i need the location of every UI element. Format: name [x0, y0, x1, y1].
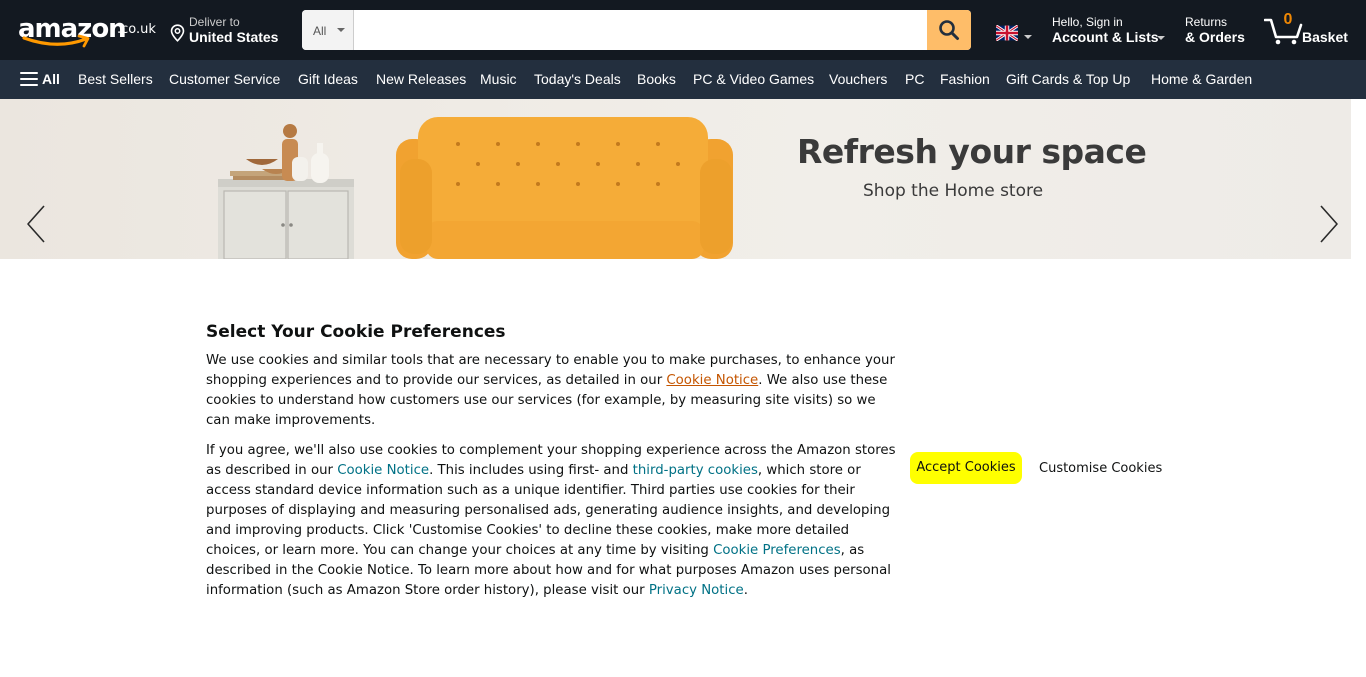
cookie-notice-link[interactable]: Cookie Notice	[337, 463, 429, 478]
cookie-paragraph-2: If you agree, we'll also use cookies to …	[206, 441, 896, 601]
cookie-notice-link[interactable]: Cookie Notice	[666, 373, 758, 388]
returns-label: Returns	[1185, 15, 1228, 29]
nav-link-pc-video-games[interactable]: PC & Video Games	[693, 71, 814, 87]
location-pin-icon	[170, 24, 185, 42]
deliver-to-location[interactable]: Deliver to United States	[170, 14, 285, 46]
nav-link-best-sellers[interactable]: Best Sellers	[78, 71, 153, 87]
chevron-right-icon	[1320, 205, 1338, 243]
accept-cookies-button[interactable]: Accept Cookies	[910, 452, 1022, 484]
smile-arrow-icon	[22, 34, 90, 48]
deliver-country: United States	[189, 29, 279, 45]
basket-label: Basket	[1302, 29, 1348, 45]
all-menu-label: All	[42, 71, 60, 87]
account-lists-label: Account & Lists	[1052, 29, 1159, 45]
nav-link-todays-deals[interactable]: Today's Deals	[534, 71, 621, 87]
orders-label: & Orders	[1185, 29, 1245, 45]
search-input[interactable]	[354, 10, 927, 50]
cookie-preferences-panel: Select Your Cookie Preferences We use co…	[206, 322, 896, 611]
caret-down-icon	[1157, 36, 1165, 40]
cookie-text: . This includes using first- and	[429, 463, 633, 478]
cookie-text: .	[743, 583, 748, 598]
basket-button[interactable]: 0 Basket	[1264, 10, 1354, 50]
basket-count: 0	[1283, 11, 1293, 28]
logo-domain: .co.uk	[117, 22, 156, 37]
third-party-cookies-link[interactable]: third-party cookies	[633, 463, 758, 478]
amazon-logo[interactable]: amazon .co.uk	[16, 12, 156, 50]
search-bar: All	[302, 10, 971, 50]
cookie-paragraph-1: We use cookies and similar tools that ar…	[206, 351, 896, 431]
hero-illustration	[218, 117, 733, 259]
search-button[interactable]	[927, 10, 971, 50]
nav-link-vouchers[interactable]: Vouchers	[829, 71, 887, 87]
carousel-next-button[interactable]	[1313, 200, 1343, 248]
nav-link-gift-ideas[interactable]: Gift Ideas	[298, 71, 358, 87]
caret-down-icon	[1024, 35, 1032, 39]
nav-link-new-releases[interactable]: New Releases	[376, 71, 466, 87]
nav-link-music[interactable]: Music	[480, 71, 517, 87]
nav-link-home-garden[interactable]: Home & Garden	[1151, 71, 1252, 87]
account-greeting: Hello, Sign in	[1052, 15, 1123, 29]
returns-and-orders[interactable]: Returns & Orders	[1185, 14, 1255, 48]
account-and-lists[interactable]: Hello, Sign in Account & Lists	[1052, 14, 1172, 48]
customise-cookies-button[interactable]: Customise Cookies	[1039, 461, 1162, 476]
caret-down-icon	[337, 28, 345, 32]
uk-flag-icon	[995, 24, 1019, 42]
nav-link-pc[interactable]: PC	[905, 71, 924, 87]
cookie-title: Select Your Cookie Preferences	[206, 322, 506, 342]
hero-headline: Refresh your space	[797, 132, 1147, 171]
hero-subline: Shop the Home store	[863, 181, 1044, 201]
carousel-prev-button[interactable]	[22, 200, 52, 248]
nav-link-books[interactable]: Books	[637, 71, 676, 87]
nav-link-fashion[interactable]: Fashion	[940, 71, 990, 87]
search-icon	[939, 20, 959, 40]
chevron-left-icon	[27, 205, 45, 243]
nav-link-gift-cards[interactable]: Gift Cards & Top Up	[1006, 71, 1130, 87]
language-selector[interactable]	[995, 24, 1034, 43]
page-edge	[1351, 99, 1366, 259]
cookie-preferences-link[interactable]: Cookie Preferences	[713, 543, 841, 558]
hamburger-menu-icon	[20, 72, 38, 86]
deliver-label: Deliver to	[189, 15, 240, 29]
hero-banner[interactable]: Refresh your space Shop the Home store	[0, 99, 1351, 259]
nav-link-customer-service[interactable]: Customer Service	[169, 71, 280, 87]
category-nav-bar: All Best Sellers Customer Service Gift I…	[0, 60, 1366, 99]
top-header: amazon .co.uk Deliver to United States A…	[0, 0, 1366, 60]
privacy-notice-link[interactable]: Privacy Notice	[649, 583, 744, 598]
search-category-dropdown[interactable]: All	[302, 10, 354, 50]
search-category-label: All	[313, 24, 327, 38]
